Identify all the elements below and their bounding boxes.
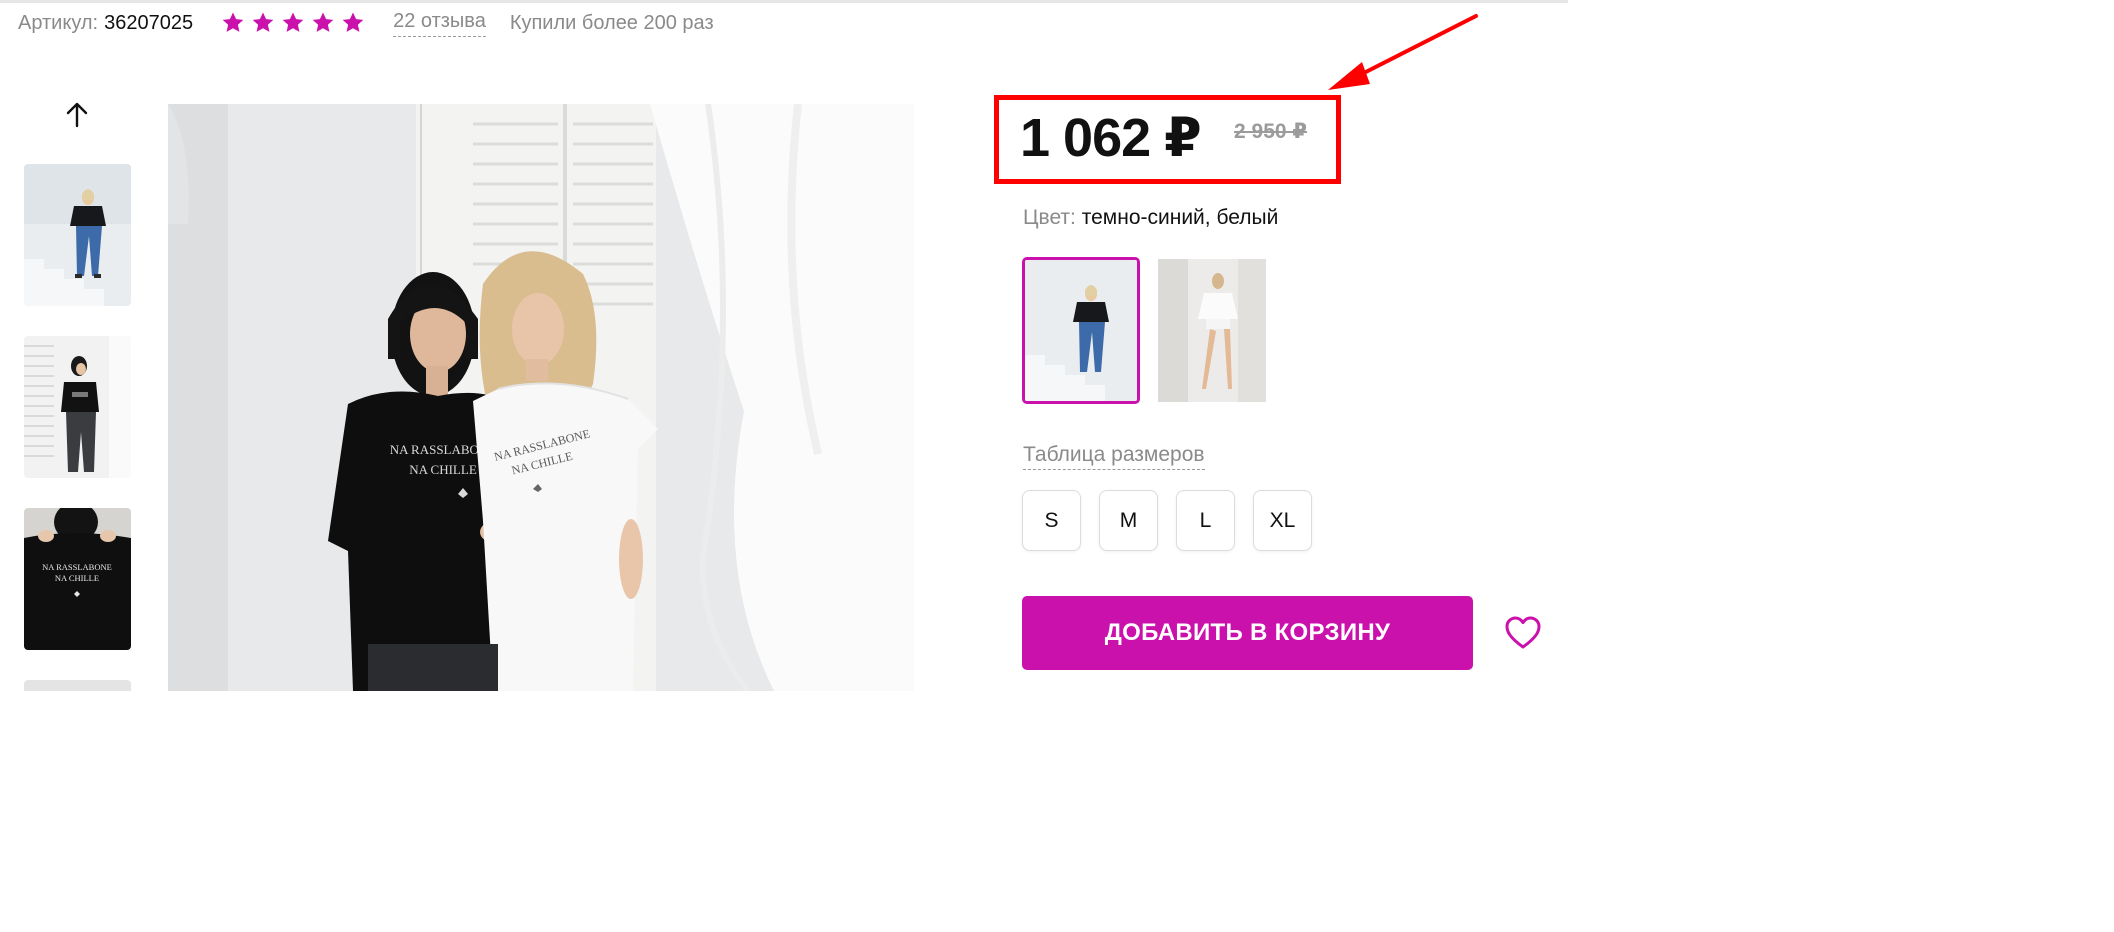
favorite-button[interactable] <box>1503 614 1543 652</box>
purchase-count: Купили более 200 раз <box>509 11 714 34</box>
star-icon <box>222 12 244 32</box>
svg-text:NA RASSLABONE: NA RASSLABONE <box>42 562 112 572</box>
color-swatch-white[interactable] <box>1158 259 1266 402</box>
star-icon <box>342 12 364 32</box>
annotation-arrow <box>1328 14 1478 90</box>
svg-text:NA CHILLE: NA CHILLE <box>409 462 477 477</box>
size-table-link[interactable]: Таблица размеров <box>1023 443 1205 470</box>
heart-icon <box>1505 616 1541 649</box>
color-swatch-dark-blue[interactable] <box>1022 257 1140 404</box>
add-to-cart-button[interactable]: ДОБАВИТЬ В КОРЗИНУ <box>1022 596 1473 670</box>
sku-label: Артикул: <box>18 11 99 34</box>
star-icon <box>282 12 304 32</box>
star-icon <box>252 12 274 32</box>
current-price: 1 062 ₽ <box>1020 108 1202 168</box>
main-product-photo[interactable]: NA RASSLABONE NA CHILLE NA RASSLABONE NA… <box>168 104 914 691</box>
thumbnail-2[interactable] <box>24 336 131 478</box>
reviews-link[interactable]: 22 отзыва <box>393 9 486 37</box>
thumbnail-1[interactable] <box>24 164 131 306</box>
size-button-l[interactable]: L <box>1176 490 1235 551</box>
arrow-up-icon <box>66 102 88 128</box>
color-label: Цвет: <box>1023 206 1076 229</box>
size-button-m[interactable]: M <box>1099 490 1158 551</box>
product-meta-row: Артикул: 36207025 22 отзыва Купили более… <box>18 9 714 37</box>
color-value: темно-синий, белый <box>1081 206 1279 229</box>
old-price: 2 950 ₽ <box>1234 120 1307 143</box>
thumbnail-3[interactable]: NA RASSLABONE NA CHILLE <box>24 508 131 650</box>
svg-text:NA CHILLE: NA CHILLE <box>55 573 99 583</box>
thumbnail-4[interactable] <box>24 680 131 691</box>
rating-stars[interactable] <box>221 11 365 35</box>
star-icon <box>312 12 334 32</box>
top-divider <box>0 0 1568 3</box>
color-row: Цвет: темно-синий, белый <box>1023 205 1278 231</box>
size-button-s[interactable]: S <box>1022 490 1081 551</box>
sku-value: 36207025 <box>104 11 194 34</box>
size-button-xl[interactable]: XL <box>1253 490 1312 551</box>
thumbnails-scroll-up-button[interactable] <box>60 98 94 132</box>
